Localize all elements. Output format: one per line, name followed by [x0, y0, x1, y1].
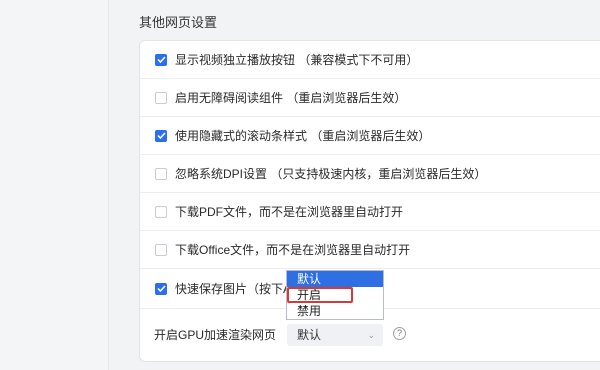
dropdown-option-default[interactable]: 默认 — [287, 271, 383, 287]
checkbox-download-office[interactable] — [155, 243, 167, 256]
check-icon — [156, 285, 166, 292]
chevron-down-icon: ⌄ — [367, 330, 375, 340]
setting-label: 下载Office文件，而不是在浏览器里自动打开 — [175, 243, 411, 257]
gpu-label: 开启GPU加速渲染网页 — [154, 327, 277, 342]
checkbox-accessibility[interactable] — [155, 91, 167, 104]
checkbox-quick-save-image[interactable] — [155, 282, 167, 295]
gpu-select[interactable]: 默认 ⌄ — [287, 324, 383, 346]
dropdown-option-enable[interactable]: 开启 — [287, 287, 383, 303]
setting-label: 使用隐藏式的滚动条样式 （重启浏览器后生效） — [175, 129, 431, 143]
setting-row-accessibility[interactable]: 启用无障碍阅读组件 （重启浏览器后生效） — [140, 79, 600, 117]
checkbox-ignore-dpi[interactable] — [155, 167, 167, 180]
setting-row-download-pdf[interactable]: 下载PDF文件，而不是在浏览器里自动打开 — [140, 193, 600, 231]
gpu-select-value: 默认 — [297, 328, 322, 342]
setting-label: 忽略系统DPI设置 （只支持极速内核，重启浏览器后生效） — [175, 167, 487, 181]
setting-row-hidden-scrollbar[interactable]: 使用隐藏式的滚动条样式 （重启浏览器后生效） — [140, 117, 600, 155]
gpu-dropdown-menu: 默认 开启 禁用 — [286, 270, 384, 320]
setting-label: 显示视频独立播放按钮 （兼容模式下不可用） — [175, 53, 419, 67]
section-title: 其他网页设置 — [139, 15, 218, 30]
dropdown-option-disable[interactable]: 禁用 — [287, 303, 383, 319]
question-circle-icon[interactable]: ? — [393, 327, 406, 340]
setting-row-video-button[interactable]: 显示视频独立播放按钮 （兼容模式下不可用） — [140, 41, 600, 79]
setting-row-gpu-acceleration: 开启GPU加速渲染网页 默认 ⌄ ? — [140, 315, 600, 353]
setting-row-download-office[interactable]: 下载Office文件，而不是在浏览器里自动打开 — [140, 231, 600, 269]
checkbox-video-button[interactable] — [155, 53, 167, 66]
checkbox-hidden-scrollbar[interactable] — [155, 129, 167, 142]
setting-label: 快速保存图片（按下Al — [175, 282, 294, 296]
setting-label: 启用无障碍阅读组件 （重启浏览器后生效） — [175, 91, 407, 105]
check-icon — [156, 56, 166, 63]
checkbox-download-pdf[interactable] — [155, 205, 167, 218]
setting-row-ignore-dpi[interactable]: 忽略系统DPI设置 （只支持极速内核，重启浏览器后生效） — [140, 155, 600, 193]
check-icon — [156, 132, 166, 139]
setting-label: 下载PDF文件，而不是在浏览器里自动打开 — [175, 205, 404, 219]
